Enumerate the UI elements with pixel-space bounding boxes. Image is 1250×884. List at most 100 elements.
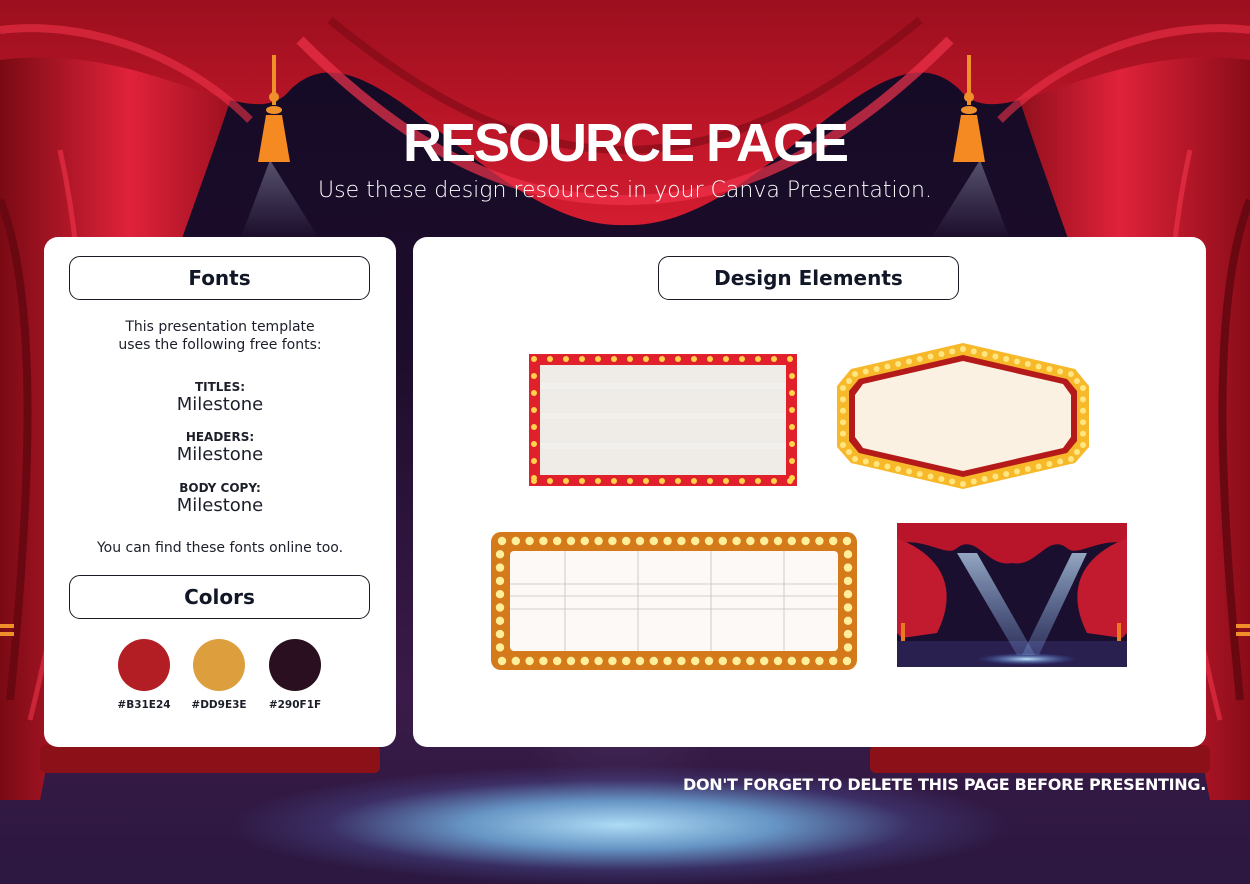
marquee-bulb [594,656,603,666]
marquee-bulb [840,442,846,448]
font-entry-label: HEADERS: [185,430,255,444]
marquee-bulb [789,373,795,379]
marquee-bulb [760,536,769,546]
marquee-bulb [563,356,569,362]
marquee-bulb [579,478,585,484]
marquee-bulb [1074,449,1080,455]
marquee-bulb [1024,361,1031,367]
marquee-bulb [511,656,520,666]
hexagon-marquee-sign[interactable] [835,341,1091,491]
marquee-bulb [884,363,891,370]
marquee-bulb [842,656,852,666]
marquee-bulb [497,656,507,666]
marquee-bulb [916,471,923,477]
marquee-bulb [1057,458,1064,465]
marquee-bulb [789,458,795,464]
marquee-bulb [801,656,810,666]
marquee-bulb [906,358,912,365]
marquee-bulb [1080,442,1086,448]
marquee-bulb [846,378,852,384]
marquee-bulb [1074,378,1080,384]
marquee-bulb [992,473,999,480]
marquee-bulb [511,536,520,546]
marquee-bulb [1014,358,1020,365]
marquee-bulb [495,643,505,652]
marquee-bulb [862,368,869,375]
marquee-bulb [843,576,853,586]
marquee-bulb [579,356,585,362]
page-title: RESOURCE PAGE [402,113,849,173]
marquee-bulb [595,356,601,362]
gold-marquee-board[interactable] [490,531,858,671]
marquee-bulb [843,603,853,612]
font-entry-label: BODY COPY: [179,481,261,495]
marquee-bulb [1003,471,1010,477]
marquee-bulb [547,356,553,362]
marquee-bulb [1080,385,1086,391]
marquee-bulb [622,536,631,546]
marquee-bulb [723,356,729,362]
font-entry-name: Milestone [176,495,264,516]
colors-heading: Colors [69,575,370,619]
marquee-bulb [531,390,537,396]
font-entry-body-copy: BODY COPY: Milestone [44,481,396,516]
marquee-bulb [580,656,589,666]
marquee-bulb [675,478,681,484]
marquee-bulb [1080,407,1086,414]
fonts-intro-line-2: uses the following free fonts: [118,337,322,353]
page-subtitle: Use these design resources in your Canva… [318,178,932,203]
marquee-bulb [663,656,672,666]
marquee-bulb [707,478,713,484]
color-swatch-red [118,639,170,691]
marquee-bulb [649,536,658,546]
marquee-bulb [580,536,589,546]
marquee-bulb [677,656,686,666]
marquee-bulb [553,656,562,666]
color-swatch-gold [193,639,245,691]
marquee-bulb [525,536,534,546]
color-swatch-dark-plum [269,639,321,691]
marquee-bulb [649,656,658,666]
marquee-bulb [718,656,727,666]
marquee-bulb [1014,468,1020,475]
marquee-bulb [840,385,846,391]
marquee-bulb [755,478,761,484]
marquee-bulb [635,656,645,666]
marquee-bulb [531,407,537,413]
marquee-bulb [789,390,795,396]
marquee-bulb [789,424,795,430]
marquee-bulb [873,366,880,372]
marquee-bulb [691,356,697,362]
marquee-bulb [981,476,988,482]
marquee-bulb [746,536,755,546]
marquee-bulb [611,478,617,484]
fonts-intro: This presentation template uses the foll… [44,318,396,354]
marquee-bulb [627,356,633,362]
marquee-bulb [846,449,852,455]
marquee-bulb [495,563,505,572]
marquee-bulb [949,348,956,355]
marquee-bulb [787,356,793,362]
marquee-bulb [566,536,576,546]
marquee-bulb [723,478,729,484]
marquee-bulb [862,458,869,465]
marquee-bulb [691,656,700,666]
marquee-bulb [732,536,741,546]
red-marquee-frame[interactable] [528,353,798,487]
color-swatch-label: #DD9E3E [191,699,247,711]
stage-curtain-scene[interactable] [897,523,1127,667]
marquee-bulb [594,536,603,546]
marquee-bulb [611,356,617,362]
marquee-bulb [1057,368,1064,375]
marquee-bulb [1035,363,1042,370]
marquee-bulb [960,346,966,352]
marquee-bulb [1046,461,1053,467]
font-entry-name: Milestone [176,444,264,465]
marquee-bulb [608,536,617,546]
marquee-bulb [531,373,537,379]
marquee-bulb [884,463,891,470]
marquee-bulb [771,478,777,484]
marquee-bulb [739,478,745,484]
marquee-bulb [787,536,796,546]
marquee-bulb [495,576,505,586]
